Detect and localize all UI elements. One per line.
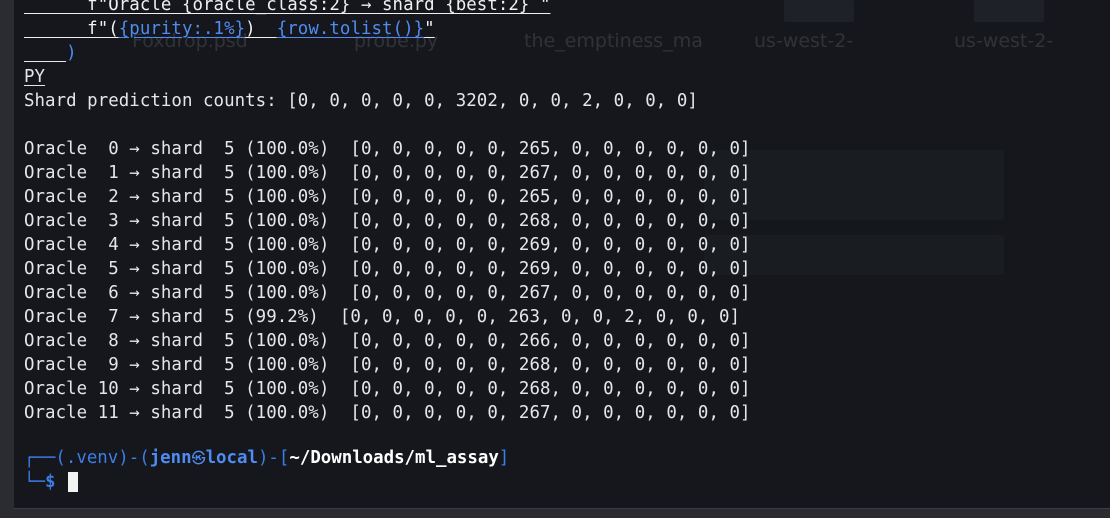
oracle-row: Oracle 0 → shard 5 (100.0%) [0, 0, 0, 0,… <box>24 139 751 159</box>
oracle-row: Oracle 9 → shard 5 (100.0%) [0, 0, 0, 0,… <box>24 355 751 375</box>
code-line: ) <box>66 43 77 63</box>
oracle-row: Oracle 1 → shard 5 (100.0%) [0, 0, 0, 0,… <box>24 163 751 183</box>
code-line: f"({purity:.1%}) {row.tolist()}" <box>24 19 435 39</box>
prompt-user: jenn <box>149 448 192 468</box>
terminal-output: f"Oracle {oracle_class:2} → shard {best:… <box>24 0 1110 425</box>
prompt-host: local <box>205 448 258 468</box>
prompt-line-2[interactable]: └─$ <box>24 470 509 494</box>
prompt-line-1: ┌──(.venv)-(jenn㉿local)-[~/Downloads/ml_… <box>24 448 510 468</box>
code-line: f"Oracle {oracle_class:2} → shard {best:… <box>24 0 551 15</box>
prompt-path: ~/Downloads/ml_assay <box>289 448 499 468</box>
shell-prompt: ┌──(.venv)-(jenn㉿local)-[~/Downloads/ml_… <box>24 446 509 494</box>
venv-indicator: (.venv) <box>55 448 129 468</box>
oracle-row: Oracle 11 → shard 5 (100.0%) [0, 0, 0, 0… <box>24 403 751 423</box>
oracle-row: Oracle 2 → shard 5 (100.0%) [0, 0, 0, 0,… <box>24 187 751 207</box>
text-cursor[interactable] <box>67 472 78 492</box>
prompt-corner: ┌── <box>24 448 56 468</box>
summary-line: Shard prediction counts: [0, 0, 0, 0, 0,… <box>24 91 698 111</box>
oracle-row: Oracle 10 → shard 5 (100.0%) [0, 0, 0, 0… <box>24 379 751 399</box>
prompt-dollar: $ <box>44 472 56 492</box>
at-icon: ㉿ <box>191 451 206 467</box>
oracle-row: Oracle 8 → shard 5 (100.0%) [0, 0, 0, 0,… <box>24 331 751 351</box>
oracle-row: Oracle 3 → shard 5 (100.0%) [0, 0, 0, 0,… <box>24 211 751 231</box>
terminal-window[interactable]: Foxdrop.psd probe.py the_emptiness_ma us… <box>14 0 1110 509</box>
oracle-row: Oracle 7 → shard 5 (99.2%) [0, 0, 0, 0, … <box>24 307 741 327</box>
oracle-row: Oracle 5 → shard 5 (100.0%) [0, 0, 0, 0,… <box>24 259 751 279</box>
oracle-row: Oracle 6 → shard 5 (100.0%) [0, 0, 0, 0,… <box>24 283 751 303</box>
oracle-row: Oracle 4 → shard 5 (100.0%) [0, 0, 0, 0,… <box>24 235 751 255</box>
heredoc-end: PY <box>24 67 46 87</box>
